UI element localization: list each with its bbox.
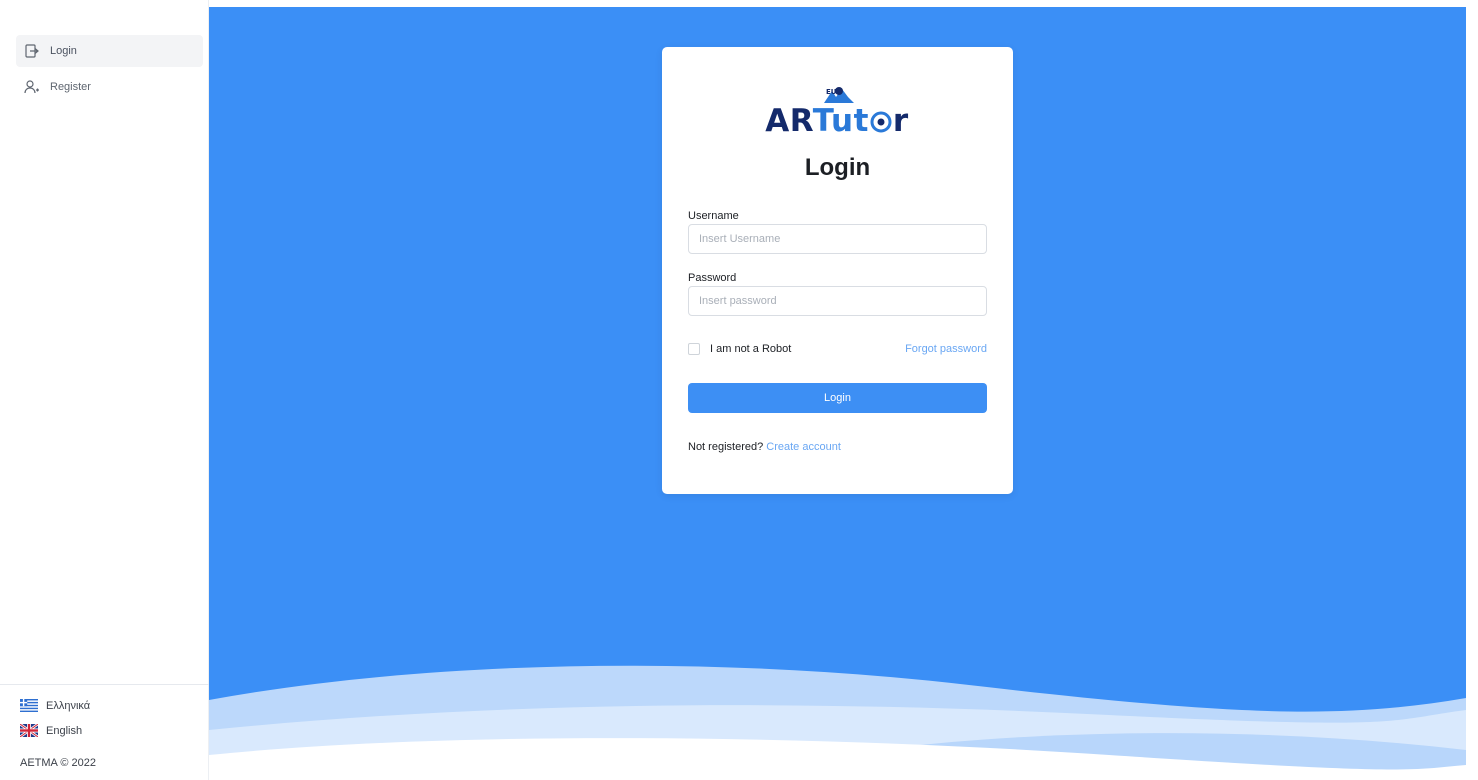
language-label: Ελληνικά	[46, 699, 91, 712]
password-input[interactable]	[688, 286, 987, 316]
uk-flag-icon	[20, 724, 38, 737]
login-button[interactable]: Login	[688, 383, 987, 413]
language-greek[interactable]: Ελληνικά	[20, 699, 90, 712]
login-card: EU ARTutr Login Username Password I am n…	[662, 47, 1013, 494]
language-label: English	[46, 724, 83, 737]
robot-check: I am not a Robot	[688, 343, 791, 355]
register-prompt: Not registered? Create account	[688, 441, 841, 453]
sidebar: Login Register Ελληνικά English AETMA © …	[0, 0, 209, 780]
login-icon	[25, 44, 39, 58]
greek-flag-icon	[20, 699, 38, 712]
target-icon	[870, 111, 892, 133]
not-registered-text: Not registered?	[688, 441, 764, 453]
login-background: EU ARTutr Login Username Password I am n…	[209, 7, 1466, 780]
logo-wordmark: ARTut r	[752, 103, 922, 139]
page-title: Login	[804, 154, 871, 181]
logo-text-part2: Tut	[812, 103, 869, 139]
logo-text-part3: r	[892, 103, 909, 139]
eu-emblem-icon: EU	[824, 87, 854, 103]
wave-decoration	[209, 665, 1466, 780]
username-label: Username	[688, 210, 739, 222]
logo-badge: EU	[826, 88, 837, 96]
artutor-logo: EU ARTut r	[752, 85, 922, 147]
sidebar-item-login[interactable]: Login	[16, 35, 203, 67]
sidebar-item-register[interactable]: Register	[16, 71, 203, 103]
sidebar-item-label: Register	[50, 81, 91, 93]
copyright-text: AETMA © 2022	[20, 757, 96, 769]
add-user-icon	[24, 80, 39, 94]
language-english[interactable]: English	[20, 724, 82, 737]
password-label: Password	[688, 272, 737, 284]
username-input[interactable]	[688, 224, 987, 254]
sidebar-item-label: Login	[50, 45, 77, 57]
language-switcher: Ελληνικά English AETMA © 2022	[0, 684, 209, 780]
create-account-link[interactable]: Create account	[766, 441, 841, 453]
forgot-password-link[interactable]: Forgot password	[905, 343, 987, 355]
robot-label: I am not a Robot	[710, 343, 792, 355]
robot-checkbox[interactable]	[688, 343, 700, 355]
logo-text-part1: AR	[765, 103, 813, 139]
